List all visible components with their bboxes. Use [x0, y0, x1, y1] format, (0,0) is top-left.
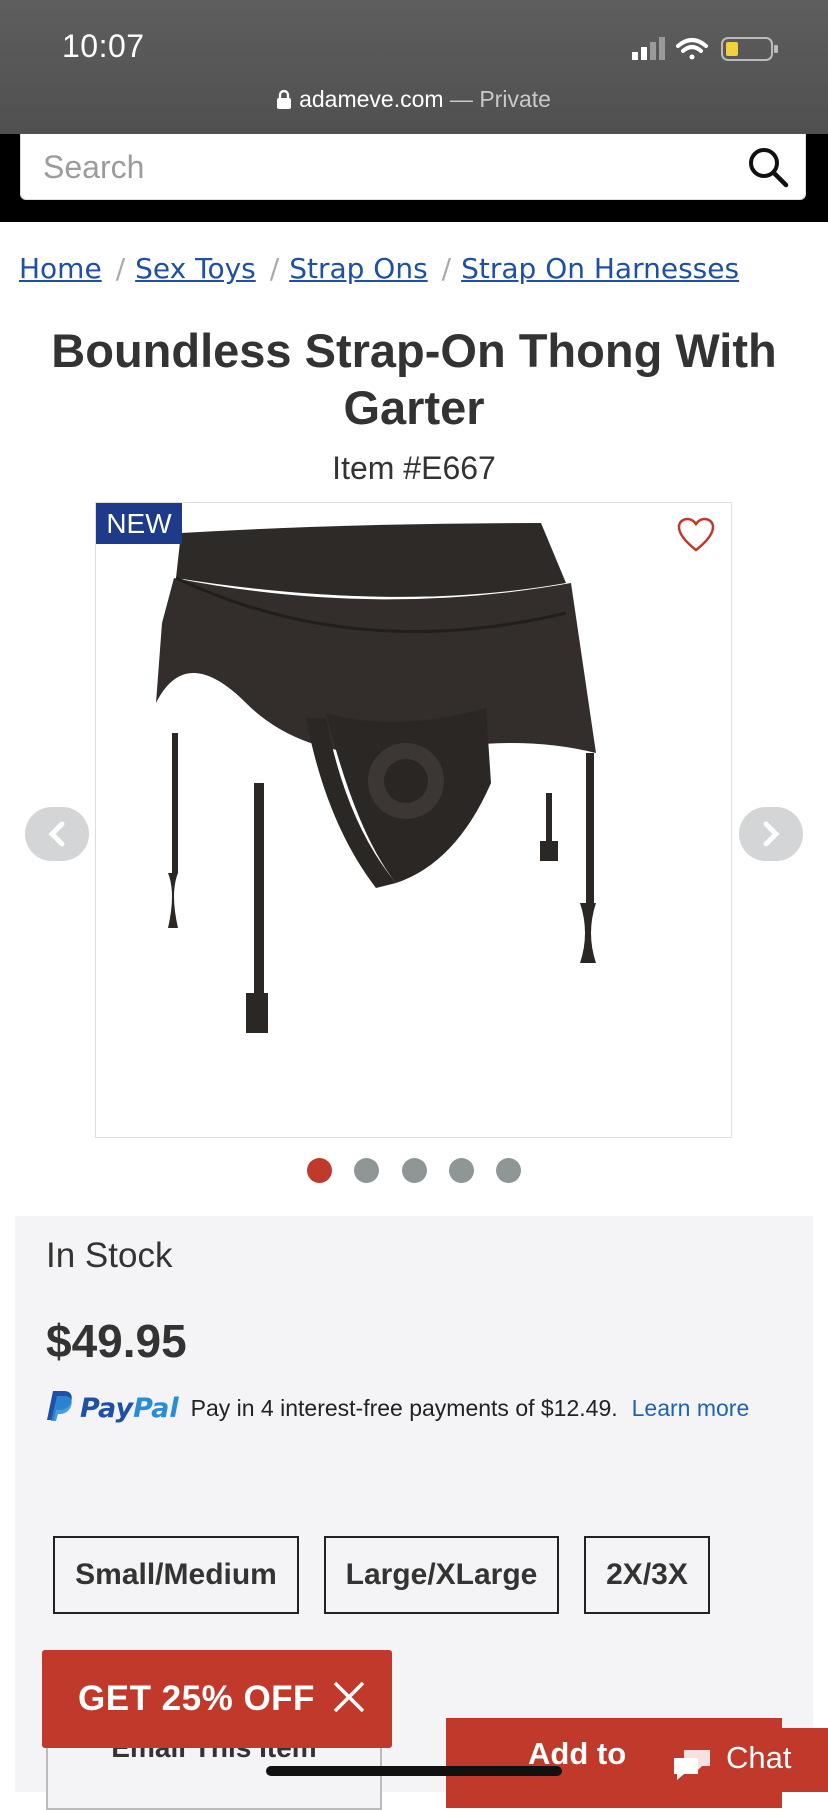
- new-badge: NEW: [96, 503, 182, 544]
- search-icon[interactable]: [747, 146, 789, 193]
- product-price: $49.95: [46, 1315, 187, 1367]
- promo-label: GET 25% OFF: [78, 1679, 315, 1718]
- breadcrumb-separator: /: [441, 252, 452, 285]
- search-bar: [20, 134, 806, 200]
- chat-bubbles-icon: [672, 1748, 712, 1787]
- address-bar[interactable]: adameve.com — Private: [0, 86, 828, 115]
- wishlist-heart-icon[interactable]: [677, 517, 715, 558]
- chevron-right-icon: [763, 821, 780, 847]
- paypal-installments: PayPal Pay in 4 interest-free payments o…: [46, 1388, 749, 1428]
- battery-icon: [721, 37, 778, 61]
- paypal-logo-pal: Pal: [133, 1392, 179, 1424]
- learn-more-link[interactable]: Learn more: [632, 1395, 750, 1422]
- wifi-icon: [676, 38, 708, 60]
- breadcrumb-separator: /: [115, 252, 126, 285]
- size-option-2x-3x[interactable]: 2X/3X: [584, 1536, 710, 1614]
- breadcrumb-strap-on-harnesses[interactable]: Strap On Harnesses: [461, 252, 739, 285]
- close-icon[interactable]: [332, 1680, 366, 1719]
- breadcrumb-strap-ons[interactable]: Strap Ons: [289, 252, 427, 285]
- product-image-carousel[interactable]: NEW: [95, 502, 732, 1138]
- carousel-dot[interactable]: [354, 1158, 380, 1183]
- paypal-message: Pay in 4 interest-free payments of $12.4…: [190, 1394, 618, 1421]
- size-option-small-medium[interactable]: Small/Medium: [53, 1536, 299, 1614]
- item-number: Item #E667: [332, 450, 496, 486]
- lock-icon: [277, 88, 292, 115]
- paypal-logo-icon: [46, 1390, 74, 1427]
- stock-status: In Stock: [46, 1236, 173, 1275]
- breadcrumb-sex-toys[interactable]: Sex Toys: [135, 252, 256, 285]
- signal-icon: [632, 37, 665, 60]
- paypal-logo-pay: Pay: [80, 1392, 134, 1424]
- home-indicator[interactable]: [266, 1766, 562, 1776]
- carousel-dot[interactable]: [448, 1158, 474, 1183]
- size-option-large-xlarge[interactable]: Large/XLarge: [324, 1536, 559, 1614]
- private-mode-label: Private: [479, 86, 551, 112]
- browser-top-bar: 10:07 adameve.com — Private: [0, 0, 828, 134]
- carousel-dot[interactable]: [496, 1158, 522, 1183]
- paypal-logo: PayPal: [80, 1393, 179, 1424]
- product-image: [156, 523, 596, 1033]
- url-domain: adameve.com: [299, 86, 444, 112]
- chevron-left-icon: [48, 821, 65, 847]
- carousel-dot[interactable]: [306, 1158, 332, 1183]
- discount-promo-banner[interactable]: GET 25% OFF: [42, 1650, 392, 1748]
- status-icons: [632, 34, 792, 64]
- carousel-next-button[interactable]: [739, 807, 803, 861]
- carousel-dot[interactable]: [401, 1158, 427, 1183]
- url-separator: —: [443, 86, 480, 112]
- carousel-prev-button[interactable]: [25, 807, 89, 861]
- carousel-dots: [0, 1158, 828, 1188]
- product-title: Boundless Strap-On Thong With Garter: [51, 324, 777, 434]
- chat-label: Chat: [726, 1740, 792, 1775]
- chat-button[interactable]: Chat: [652, 1728, 828, 1792]
- search-input[interactable]: [41, 146, 725, 188]
- breadcrumb-home[interactable]: Home: [19, 252, 102, 285]
- status-time: 10:07: [62, 28, 145, 64]
- breadcrumb-separator: /: [269, 252, 280, 285]
- breadcrumb: Home / Sex Toys / Strap Ons / Strap On Harness…: [19, 252, 739, 285]
